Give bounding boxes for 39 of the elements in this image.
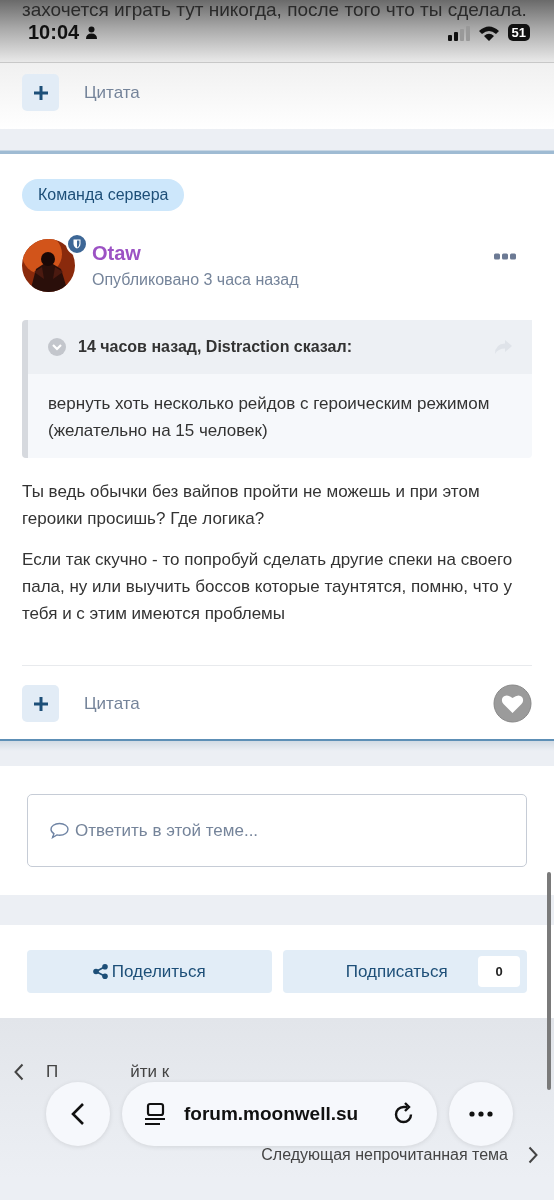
- share-button[interactable]: Поделиться: [27, 950, 272, 993]
- multiquote-button[interactable]: [22, 685, 59, 722]
- tabs-icon: [144, 1102, 166, 1126]
- next-topic-link[interactable]: Следующая непрочитанная тема: [261, 1146, 508, 1164]
- quote-link[interactable]: Цитата: [84, 82, 140, 103]
- share-icon: [92, 964, 108, 979]
- follow-button[interactable]: Подписаться 0: [282, 950, 527, 993]
- person-icon: [85, 26, 99, 39]
- post-text: захочется играть тут никогда, после того что ты сделала.: [22, 0, 527, 21]
- multiquote-button[interactable]: [22, 74, 59, 111]
- more-icon[interactable]: [494, 253, 516, 260]
- wifi-icon: [477, 24, 500, 41]
- plus-icon: [33, 85, 48, 100]
- more-icon: [469, 1111, 493, 1117]
- scrollbar[interactable]: [547, 872, 551, 1090]
- author-name[interactable]: Otaw: [92, 242, 494, 265]
- chevron-right-icon[interactable]: [528, 1146, 538, 1164]
- reply-field[interactable]: Ответить в этой теме...: [27, 794, 527, 867]
- post-date: Опубликовано 3 часа назад: [92, 271, 300, 289]
- reload-icon[interactable]: [393, 1102, 415, 1126]
- quote-text: вернуть хоть несколько рейдов с героическим режимом (желательно на 15 человек): [47, 393, 491, 442]
- group-badge: Команда сервера: [22, 179, 185, 211]
- chevron-left-icon[interactable]: [14, 1063, 24, 1081]
- signal-icon: [447, 24, 472, 41]
- avatar[interactable]: [22, 239, 75, 292]
- post-text: Ты ведь обычки без вайпов пройти не можешь и при этом героики просишь? Где логика?: [22, 481, 481, 530]
- previous-topic-link[interactable]: П: [46, 1062, 59, 1082]
- clock: 10:04: [28, 21, 80, 44]
- quote-link[interactable]: Цитата: [84, 693, 140, 714]
- comment-icon: [50, 822, 69, 839]
- quote-header: 14 часов назад, Distraction сказал:: [78, 338, 353, 356]
- battery-indicator: 51: [507, 24, 530, 41]
- shield-icon: [66, 233, 88, 255]
- post-text: Если так скучно - то попробуй сделать другие спеки на своего пала, ну или выучить боссов которые таунтятся, помню, что у тебя и с этим имеются проблемы: [22, 549, 514, 625]
- like-button[interactable]: [493, 684, 532, 723]
- plus-icon: [33, 696, 48, 711]
- back-button[interactable]: [46, 1082, 110, 1146]
- previous-topic-link[interactable]: йти к: [130, 1062, 170, 1082]
- address-bar[interactable]: forum.moonwell.su: [122, 1082, 437, 1146]
